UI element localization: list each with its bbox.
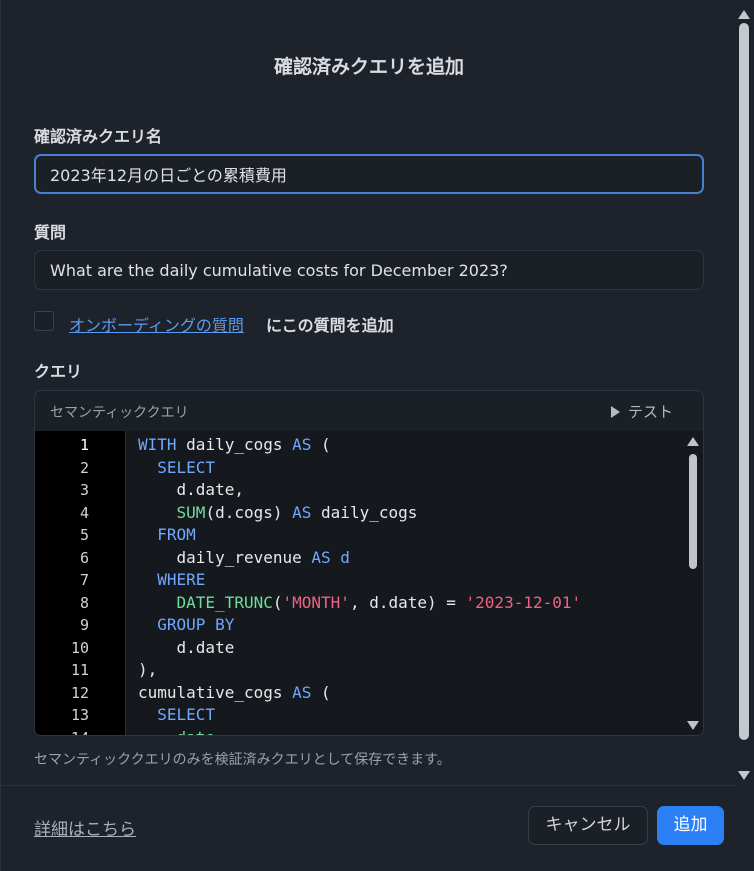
cancel-button[interactable]: キャンセル bbox=[528, 806, 648, 845]
onboarding-checkbox[interactable] bbox=[34, 311, 54, 331]
code-token: daily_cogs bbox=[311, 502, 418, 522]
code-token: ( bbox=[311, 682, 331, 702]
code-line: GROUP BY bbox=[138, 615, 234, 634]
dialog-scroll-down-icon[interactable] bbox=[738, 771, 750, 780]
dialog-scrollbar[interactable] bbox=[737, 10, 751, 780]
query-label: クエリ bbox=[34, 362, 83, 381]
question-label: 質問 bbox=[34, 223, 67, 242]
line-number: 10 bbox=[70, 638, 89, 657]
line-number: 7 bbox=[79, 571, 89, 589]
footer-divider bbox=[1, 785, 737, 786]
scroll-up-arrow-icon[interactable] bbox=[687, 437, 699, 446]
scroll-down-arrow-icon[interactable] bbox=[687, 721, 699, 730]
line-number: 6 bbox=[79, 548, 89, 567]
code-token: AS bbox=[311, 547, 331, 567]
code-token: GROUP BY bbox=[157, 615, 235, 634]
line-number: 5 bbox=[79, 526, 89, 544]
code-line: ), bbox=[138, 660, 157, 679]
line-number-gutter: 1234567891011121314 bbox=[35, 431, 126, 736]
code-token: SELECT bbox=[157, 705, 216, 724]
code-line: d.date, bbox=[138, 480, 244, 499]
semantic-query-hint: セマンティッククエリのみを検証済みクエリとして保存できます。 bbox=[34, 752, 451, 768]
code-token: d.date bbox=[138, 637, 235, 657]
onboarding-question-link[interactable]: オンボーディングの質問 bbox=[69, 312, 244, 336]
code-line: date bbox=[138, 728, 216, 736]
dialog-scroll-thumb[interactable] bbox=[739, 23, 749, 740]
add-button[interactable]: 追加 bbox=[657, 806, 724, 845]
test-button[interactable]: テスト bbox=[610, 401, 673, 422]
code-token: AS bbox=[292, 435, 312, 454]
editor-scrollbar[interactable] bbox=[687, 437, 699, 730]
learn-more-link[interactable]: 詳細はこちら bbox=[34, 815, 136, 840]
query-name-label: 確認済みクエリ名 bbox=[34, 127, 163, 146]
line-number: 14 bbox=[35, 729, 89, 736]
code-line: SUM(d.cogs) AS daily_cogs bbox=[138, 502, 418, 522]
code-token: d.date, bbox=[138, 480, 244, 499]
code-line: d.date bbox=[138, 637, 235, 657]
code-token: d bbox=[330, 547, 350, 567]
dialog-scroll-up-icon[interactable] bbox=[738, 10, 750, 19]
line-number: 3 bbox=[79, 481, 89, 499]
code-token: AS bbox=[292, 682, 312, 702]
code-token: daily_cogs bbox=[186, 435, 293, 454]
code-token: ( bbox=[311, 435, 331, 454]
add-verified-query-dialog: 確認済みクエリを追加 確認済みクエリ名 質問 オンボーディングの質問 にこの質問… bbox=[0, 0, 754, 871]
code-line: DATE_TRUNC('MONTH', d.date) = '2023-12-0… bbox=[138, 592, 582, 612]
line-number: 8 bbox=[79, 593, 89, 612]
code-token: 'MONTH' bbox=[282, 592, 350, 612]
code-editor-area[interactable]: 1234567891011121314 WITH daily_cogs AS (… bbox=[35, 431, 703, 736]
code-token: cumulative_cogs bbox=[138, 682, 293, 702]
code-token: '2023-12-01' bbox=[465, 592, 582, 612]
line-number: 4 bbox=[79, 503, 89, 522]
line-number: 12 bbox=[70, 683, 89, 702]
code-token: SUM bbox=[176, 502, 206, 522]
code-token: DATE_TRUNC bbox=[176, 592, 273, 612]
code-token: ( bbox=[272, 592, 283, 612]
code-line: WHERE bbox=[138, 570, 205, 589]
code-line: WITH daily_cogs AS ( bbox=[138, 435, 331, 454]
code-token: ), bbox=[138, 660, 158, 679]
code-token: date bbox=[177, 728, 216, 736]
query-editor: セマンティッククエリ テスト 1234567891011121314 WITH … bbox=[34, 390, 704, 736]
editor-header: セマンティッククエリ テスト bbox=[35, 391, 703, 431]
line-number: 11 bbox=[70, 661, 89, 679]
query-name-input[interactable] bbox=[34, 154, 704, 194]
code-token: , d.date) = bbox=[349, 592, 466, 612]
code-token: daily_revenue bbox=[138, 547, 312, 567]
dialog-title: 確認済みクエリを追加 bbox=[273, 56, 464, 78]
line-number: 1 bbox=[79, 436, 89, 454]
code-token: AS bbox=[292, 502, 312, 522]
line-number: 2 bbox=[79, 458, 89, 477]
code-token: FROM bbox=[157, 525, 196, 544]
code-token: WHERE bbox=[157, 570, 206, 589]
line-number: 9 bbox=[79, 616, 89, 634]
code-line: FROM bbox=[138, 525, 196, 544]
editor-scroll-thumb[interactable] bbox=[689, 454, 697, 569]
question-input[interactable] bbox=[34, 250, 704, 290]
code-line: daily_revenue AS d bbox=[138, 548, 350, 567]
code-token: SELECT bbox=[157, 457, 216, 477]
code-line: SELECT bbox=[138, 705, 215, 724]
code-token: WITH bbox=[138, 435, 187, 454]
code-line: cumulative_cogs AS ( bbox=[138, 683, 331, 702]
onboarding-checkbox-label: にこの質問を追加 bbox=[266, 316, 394, 335]
line-number: 13 bbox=[70, 706, 89, 724]
code-token: (d.cogs) bbox=[205, 502, 293, 522]
editor-title: セマンティッククエリ bbox=[50, 405, 189, 421]
play-icon bbox=[610, 406, 620, 418]
test-button-label: テスト bbox=[627, 403, 673, 421]
code-line: SELECT bbox=[138, 458, 215, 477]
